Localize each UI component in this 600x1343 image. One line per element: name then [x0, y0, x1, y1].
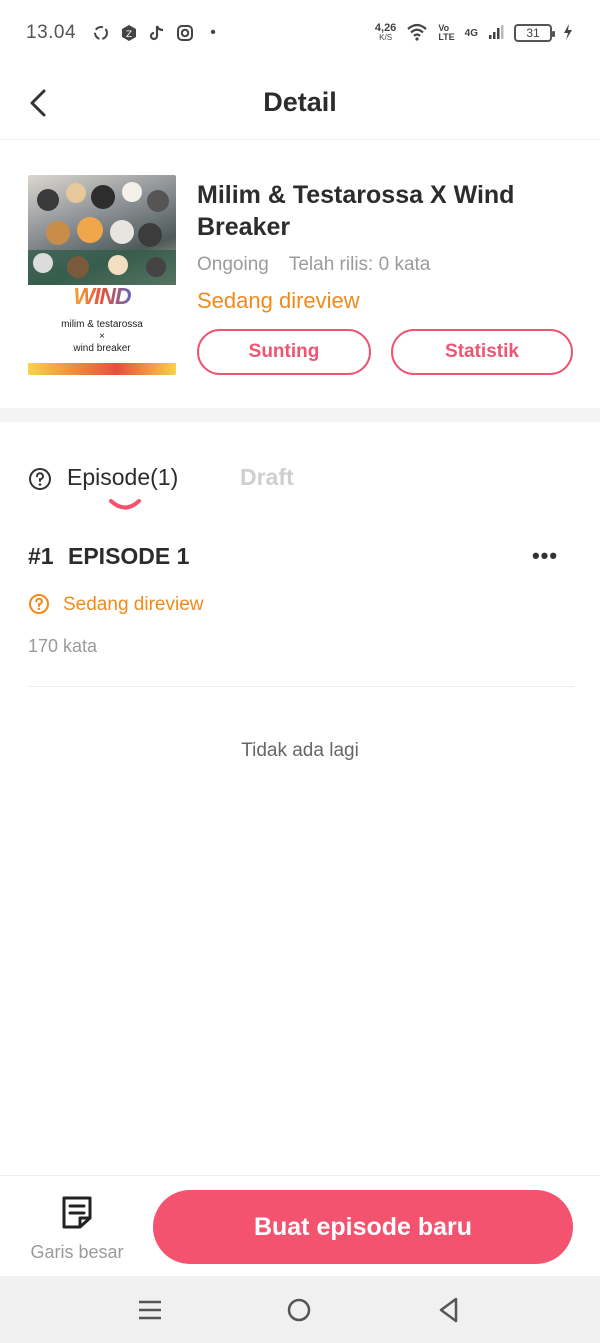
status-bar: 13.04 Z • 4,26 K/S Vo LTE 4G 31: [0, 0, 600, 66]
section-divider: [0, 408, 600, 422]
edit-button[interactable]: Sunting: [197, 329, 371, 375]
notification-icons: Z •: [92, 24, 222, 42]
system-nav-bar: [0, 1276, 600, 1343]
book-state: Ongoing: [197, 254, 269, 275]
instagram-icon: [176, 24, 194, 42]
list-end-text: Tidak ada lagi: [241, 740, 359, 761]
outline-label: Garis besar: [30, 1242, 124, 1262]
dot-icon: •: [210, 24, 216, 41]
book-review-status: Sedang direview: [197, 288, 360, 313]
list-item[interactable]: #1 EPISODE 1 ••• Sedang direview 170 kat…: [28, 535, 574, 687]
help-icon[interactable]: [28, 467, 52, 491]
book-summary: WIND BREAKER milim & testarossa × wind b…: [0, 141, 600, 408]
cover-logo: WIND BREAKER: [28, 283, 176, 336]
book-meta: Ongoing Telah rilis: 0 kata: [197, 254, 430, 276]
episode-word-count: 170 kata: [28, 636, 98, 656]
app-header: Detail: [0, 66, 600, 140]
network-type: 4G: [464, 27, 478, 39]
tiktok-icon: [148, 24, 166, 42]
tab-active-indicator: [108, 498, 142, 512]
episode-tabs: Episode(1) Draft: [0, 440, 600, 520]
svg-text:Z: Z: [126, 30, 132, 40]
signal-icon: [488, 24, 504, 43]
chevron-left-icon: [30, 89, 46, 117]
more-options-icon[interactable]: •••: [530, 539, 560, 573]
create-episode-button[interactable]: Buat episode baru: [153, 1190, 573, 1264]
recent-apps-icon[interactable]: [136, 1296, 164, 1324]
book-word-count: Telah rilis: 0 kata: [288, 254, 431, 275]
back-button[interactable]: [22, 86, 54, 120]
back-nav-icon[interactable]: [436, 1296, 462, 1324]
episode-status: Sedang direview: [63, 594, 204, 615]
system-indicators: 4,26 K/S Vo LTE 4G 31: [375, 23, 574, 44]
battery-indicator: 31: [514, 24, 555, 42]
tab-draft[interactable]: Draft: [240, 464, 294, 491]
network-speed: 4,26 K/S: [374, 22, 397, 43]
book-title: Milim & Testarossa X Wind Breaker: [197, 181, 515, 241]
tab-episode[interactable]: Episode(1): [67, 464, 178, 491]
charging-icon: [562, 23, 574, 44]
outline-button[interactable]: Garis besar: [18, 1192, 136, 1266]
cover-color-band: [28, 363, 176, 375]
bottom-action-bar: Garis besar Buat episode baru: [0, 1175, 600, 1276]
outline-icon: [60, 1194, 94, 1230]
volte-indicator: Vo LTE: [438, 23, 455, 42]
status-time: 13.04: [26, 22, 77, 43]
page-title: Detail: [263, 87, 337, 117]
episode-title: EPISODE 1: [68, 543, 190, 569]
sync-icon: [92, 24, 110, 42]
book-cover[interactable]: WIND BREAKER milim & testarossa × wind b…: [28, 175, 176, 375]
wifi-icon: [406, 23, 428, 44]
statistics-button[interactable]: Statistik: [391, 329, 573, 375]
cover-artwork: [28, 175, 176, 285]
episode-number: #1: [28, 543, 54, 569]
cover-subtitle: milim & testarossa × wind breaker: [61, 319, 143, 354]
app-icon: Z: [120, 24, 138, 42]
review-status-icon: [28, 593, 50, 615]
home-icon[interactable]: [286, 1297, 312, 1323]
